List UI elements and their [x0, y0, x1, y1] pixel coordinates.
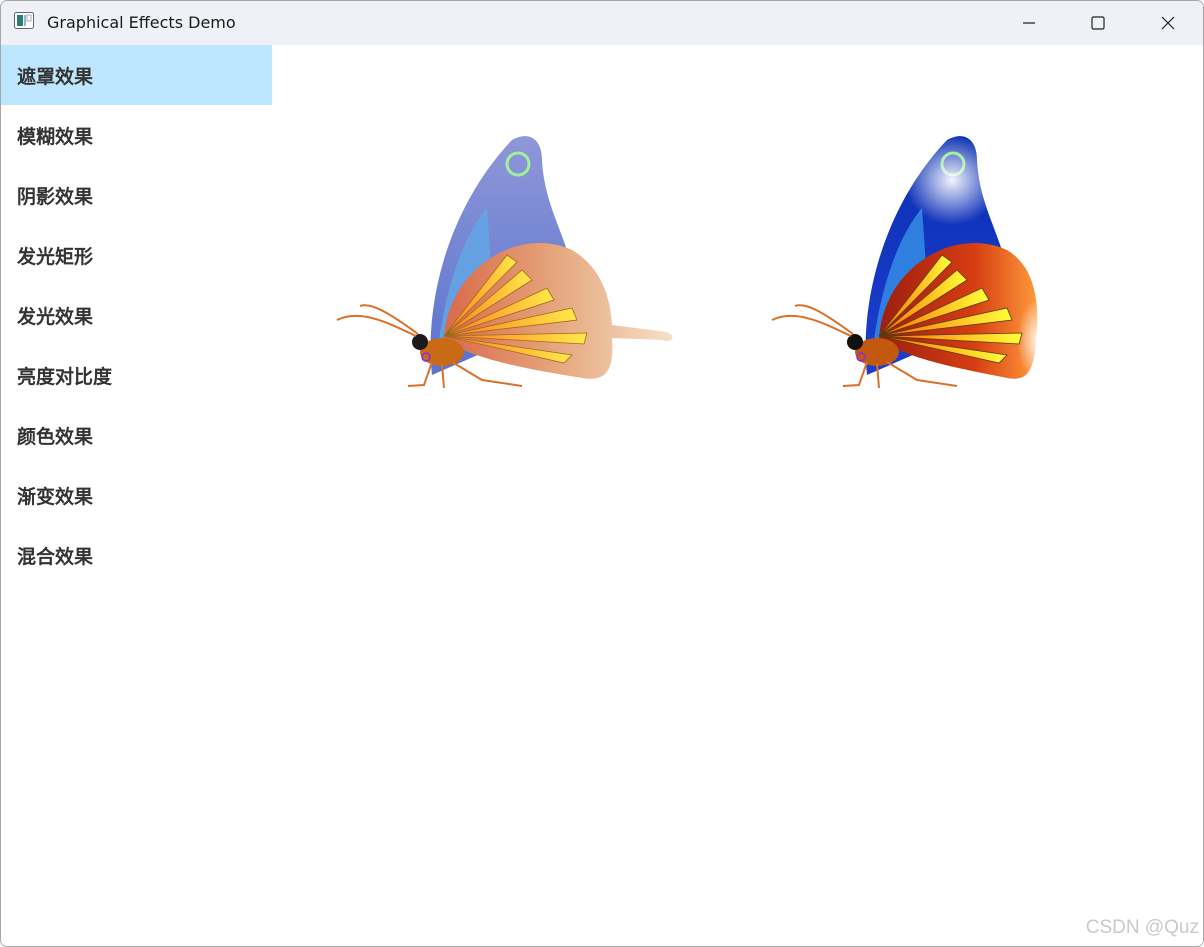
sidebar-item-label: 模糊效果 [17, 125, 94, 148]
sidebar-item-label: 阴影效果 [17, 185, 94, 208]
title-bar[interactable]: Graphical Effects Demo [1, 1, 1203, 45]
sidebar-item-label: 颜色效果 [17, 425, 94, 448]
close-icon [1161, 16, 1175, 30]
butterfly-masked-image [771, 135, 1061, 389]
minimize-button[interactable] [994, 1, 1064, 45]
watermark: CSDN @Quz [1085, 917, 1199, 938]
sidebar-item-color-effect[interactable]: 颜色效果 [1, 405, 272, 465]
sidebar-item-shadow-effect[interactable]: 阴影效果 [1, 165, 272, 225]
sidebar-item-label: 发光效果 [17, 305, 94, 328]
sidebar-item-blend-effect[interactable]: 混合效果 [1, 525, 272, 585]
sidebar-nav: 遮罩效果 模糊效果 阴影效果 发光矩形 发光效果 亮度对比度 颜色效果 渐变效果… [1, 45, 272, 945]
app-icon [14, 12, 34, 29]
sidebar-item-glow-effect[interactable]: 发光效果 [1, 285, 272, 345]
sidebar-item-label: 混合效果 [17, 545, 94, 568]
sidebar-item-label: 遮罩效果 [17, 65, 94, 88]
sidebar-item-label: 渐变效果 [17, 485, 94, 508]
maximize-button[interactable] [1063, 1, 1133, 45]
minimize-icon [1023, 22, 1035, 24]
sidebar-item-label: 亮度对比度 [17, 365, 113, 388]
close-button[interactable] [1133, 1, 1203, 45]
demo-content-area: CSDN @Quz [272, 45, 1203, 945]
app-window: Graphical Effects Demo 遮罩效果 模糊效果 阴影效果 发光… [0, 0, 1204, 947]
sidebar-item-gradient-effect[interactable]: 渐变效果 [1, 465, 272, 525]
maximize-icon [1091, 16, 1105, 30]
sidebar-item-label: 发光矩形 [17, 245, 94, 268]
butterfly-source-image [336, 136, 673, 389]
window-title: Graphical Effects Demo [47, 13, 236, 32]
sidebar-item-glow-rect[interactable]: 发光矩形 [1, 225, 272, 285]
sidebar-item-brightness-contrast[interactable]: 亮度对比度 [1, 345, 272, 405]
sidebar-item-blur-effect[interactable]: 模糊效果 [1, 105, 272, 165]
sidebar-item-mask-effect[interactable]: 遮罩效果 [1, 45, 272, 105]
